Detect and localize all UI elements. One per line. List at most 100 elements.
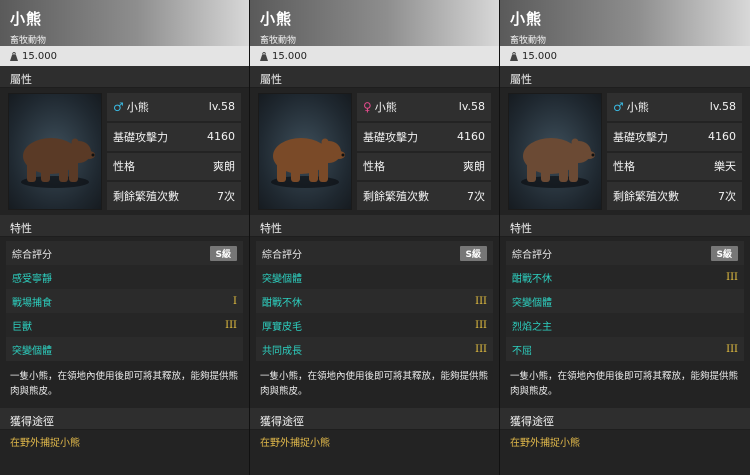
pet-card-list: 小熊 畜牧動物 15.000 屬性 ♂ 小熊 lv.58 基礎攻擊力 4160 … bbox=[0, 0, 750, 475]
rating-label: 綜合評分 bbox=[512, 249, 552, 261]
attack-label: 基礎攻擊力 bbox=[363, 130, 418, 144]
pet-level: lv.58 bbox=[208, 100, 235, 114]
attack-value: 4160 bbox=[457, 130, 485, 144]
attack-label: 基礎攻擊力 bbox=[113, 130, 168, 144]
pet-name: 小熊 bbox=[374, 100, 397, 114]
name-level-row: ♀ 小熊 lv.58 bbox=[357, 93, 491, 121]
personality-label: 性格 bbox=[363, 160, 385, 174]
item-category: 畜牧動物 bbox=[260, 36, 297, 46]
attributes-panel: ♂ 小熊 lv.58 基礎攻擊力 4160 性格 爽朗 剩餘繁殖次數 7次 bbox=[0, 88, 249, 215]
section-attributes: 屬性 bbox=[250, 66, 499, 88]
traits-list: 綜合評分 S級 酣戰不休 III 突變個體 烈焰之主 不屈 III bbox=[500, 237, 750, 363]
weight-icon bbox=[510, 51, 518, 61]
attack-row: 基礎攻擊力 4160 bbox=[107, 122, 241, 151]
stats-list: ♀ 小熊 lv.58 基礎攻擊力 4160 性格 爽朗 剩餘繁殖次數 7次 bbox=[357, 93, 491, 210]
trait-row[interactable]: 厚實皮毛 III bbox=[256, 313, 493, 337]
trait-name: 共同成長 bbox=[262, 345, 302, 357]
trait-row[interactable]: 酣戰不休 III bbox=[256, 289, 493, 313]
item-title: 小熊 bbox=[510, 10, 543, 28]
bear-portrait bbox=[508, 93, 602, 210]
breed-value: 7次 bbox=[467, 190, 485, 204]
pet-card[interactable]: 小熊 畜牧動物 15.000 屬性 ♂ 小熊 lv.58 基礎攻擊力 4160 … bbox=[500, 0, 750, 475]
card-header: 小熊 畜牧動物 bbox=[250, 0, 499, 46]
bear-portrait bbox=[8, 93, 102, 210]
gender-icon: ♀ bbox=[363, 99, 372, 114]
section-attributes: 屬性 bbox=[0, 66, 249, 88]
stats-list: ♂ 小熊 lv.58 基礎攻擊力 4160 性格 樂天 剩餘繁殖次數 7次 bbox=[607, 93, 742, 210]
stats-list: ♂ 小熊 lv.58 基礎攻擊力 4160 性格 爽朗 剩餘繁殖次數 7次 bbox=[107, 93, 241, 210]
price-value: 15.000 bbox=[272, 50, 307, 62]
rating-row: 綜合評分 S級 bbox=[6, 241, 243, 265]
item-title: 小熊 bbox=[260, 10, 293, 28]
personality-value: 爽朗 bbox=[213, 160, 235, 174]
trait-name: 酣戰不休 bbox=[512, 273, 552, 285]
trait-row[interactable]: 戰場捕食 I bbox=[6, 289, 243, 313]
rating-badge: S級 bbox=[209, 245, 237, 261]
breed-label: 剩餘繁殖次數 bbox=[613, 190, 679, 204]
breed-row: 剩餘繁殖次數 7次 bbox=[107, 182, 241, 210]
section-attributes: 屬性 bbox=[500, 66, 750, 88]
rating-badge: S級 bbox=[710, 245, 738, 261]
price-value: 15.000 bbox=[522, 50, 557, 62]
trait-name: 巨獸 bbox=[12, 321, 32, 333]
personality-value: 爽朗 bbox=[463, 160, 485, 174]
breed-label: 剩餘繁殖次數 bbox=[363, 190, 429, 204]
item-category: 畜牧動物 bbox=[10, 36, 47, 46]
bear-icon bbox=[521, 138, 595, 188]
bear-portrait bbox=[258, 93, 352, 210]
section-obtain: 獲得途徑 bbox=[500, 408, 750, 430]
obtain-method: 在野外捕捉小熊 bbox=[260, 438, 330, 449]
trait-level: III bbox=[225, 319, 237, 331]
attack-label: 基礎攻擊力 bbox=[613, 130, 668, 144]
attributes-panel: ♀ 小熊 lv.58 基礎攻擊力 4160 性格 爽朗 剩餘繁殖次數 7次 bbox=[250, 88, 499, 215]
item-description: 一隻小熊，在領地內使用後即可將其釋放，能夠提供熊肉與熊皮。 bbox=[510, 371, 739, 397]
trait-row[interactable]: 不屈 III bbox=[506, 337, 744, 361]
rating-label: 綜合評分 bbox=[262, 249, 302, 261]
section-traits: 特性 bbox=[0, 215, 249, 237]
trait-name: 感受寧靜 bbox=[12, 273, 52, 285]
trait-row[interactable]: 共同成長 III bbox=[256, 337, 493, 361]
trait-row[interactable]: 感受寧靜 bbox=[6, 265, 243, 289]
item-title: 小熊 bbox=[10, 10, 43, 28]
item-description: 一隻小熊，在領地內使用後即可將其釋放，能夠提供熊肉與熊皮。 bbox=[10, 371, 239, 397]
personality-row: 性格 爽朗 bbox=[357, 152, 491, 181]
attack-row: 基礎攻擊力 4160 bbox=[607, 122, 742, 151]
trait-row[interactable]: 突變個體 bbox=[256, 265, 493, 289]
breed-value: 7次 bbox=[718, 190, 736, 204]
trait-name: 突變個體 bbox=[262, 273, 302, 285]
section-obtain: 獲得途徑 bbox=[0, 408, 249, 430]
gender-icon: ♂ bbox=[113, 99, 124, 114]
breed-label: 剩餘繁殖次數 bbox=[113, 190, 179, 204]
trait-name: 不屈 bbox=[512, 345, 532, 357]
attack-value: 4160 bbox=[708, 130, 736, 144]
gender-icon: ♂ bbox=[613, 99, 624, 114]
trait-row[interactable]: 烈焰之主 bbox=[506, 313, 744, 337]
obtain-method: 在野外捕捉小熊 bbox=[10, 438, 80, 449]
pet-level: lv.58 bbox=[709, 100, 736, 114]
trait-row[interactable]: 突變個體 bbox=[506, 289, 744, 313]
trait-row[interactable]: 酣戰不休 III bbox=[506, 265, 744, 289]
attack-row: 基礎攻擊力 4160 bbox=[357, 122, 491, 151]
personality-label: 性格 bbox=[613, 160, 635, 174]
item-description: 一隻小熊，在領地內使用後即可將其釋放，能夠提供熊肉與熊皮。 bbox=[260, 371, 489, 397]
section-traits: 特性 bbox=[500, 215, 750, 237]
pet-card[interactable]: 小熊 畜牧動物 15.000 屬性 ♂ 小熊 lv.58 基礎攻擊力 4160 … bbox=[0, 0, 250, 475]
weight-icon bbox=[10, 51, 18, 61]
price-row: 15.000 bbox=[250, 46, 499, 66]
personality-value: 樂天 bbox=[714, 160, 736, 174]
trait-level: III bbox=[726, 343, 738, 355]
bear-icon bbox=[21, 138, 95, 188]
trait-name: 突變個體 bbox=[12, 345, 52, 357]
weight-icon bbox=[260, 51, 268, 61]
price-value: 15.000 bbox=[22, 50, 57, 62]
trait-row[interactable]: 突變個體 bbox=[6, 337, 243, 361]
price-row: 15.000 bbox=[0, 46, 249, 66]
card-header: 小熊 畜牧動物 bbox=[0, 0, 249, 46]
personality-label: 性格 bbox=[113, 160, 135, 174]
card-header: 小熊 畜牧動物 bbox=[500, 0, 750, 46]
pet-card[interactable]: 小熊 畜牧動物 15.000 屬性 ♀ 小熊 lv.58 基礎攻擊力 4160 … bbox=[250, 0, 500, 475]
breed-row: 剩餘繁殖次數 7次 bbox=[607, 182, 742, 210]
attributes-panel: ♂ 小熊 lv.58 基礎攻擊力 4160 性格 樂天 剩餘繁殖次數 7次 bbox=[500, 88, 750, 215]
trait-row[interactable]: 巨獸 III bbox=[6, 313, 243, 337]
traits-list: 綜合評分 S級 感受寧靜 戰場捕食 I 巨獸 III 突變個體 bbox=[0, 237, 249, 363]
